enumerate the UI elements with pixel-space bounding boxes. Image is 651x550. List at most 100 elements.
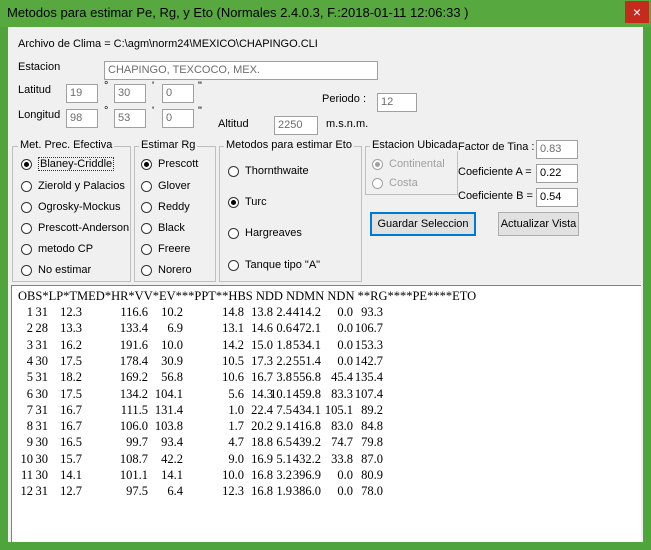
- pe-option-metodo-cp[interactable]: metodo CP: [21, 241, 93, 257]
- cell-ev: 116.6: [120, 305, 148, 319]
- pe-method-title: Met. Prec. Efectiva: [18, 139, 115, 151]
- guardar-seleccion-button[interactable]: Guardar Seleccion: [370, 212, 476, 236]
- longitud-deg-field[interactable]: 98: [66, 109, 98, 128]
- cell-rg: 556.8: [292, 370, 321, 385]
- cell-obs: 9: [26, 435, 33, 450]
- cell-obs: 12: [20, 484, 34, 499]
- cell-rg: 432.2: [292, 451, 321, 466]
- cell-ndmn: 16.9: [251, 451, 273, 466]
- eto-option-thornthwaite[interactable]: Thornthwaite: [228, 163, 309, 179]
- rg-option-glover[interactable]: Glover: [141, 178, 190, 194]
- cell-ndmn: 14.6: [251, 321, 273, 336]
- cell-ev: 101.1: [119, 468, 148, 482]
- cell-ndd: 1.0: [228, 402, 244, 417]
- cell-ndn: 7.5: [276, 402, 292, 417]
- cell-ev: 111.5: [120, 402, 148, 417]
- cell-eto: 80.9: [361, 468, 383, 482]
- rg-option-norero[interactable]: Norero: [141, 262, 192, 278]
- eto-option-tanque-a[interactable]: Tanque tipo "A": [228, 257, 320, 273]
- cell-ev: 133.4: [119, 321, 148, 336]
- cell-eto: 153.3: [354, 337, 383, 352]
- longitud-min-field[interactable]: 53: [114, 109, 146, 128]
- close-button[interactable]: ×: [625, 1, 649, 23]
- cell-eto: 93.3: [361, 305, 383, 319]
- longitud-sec-field[interactable]: 0: [162, 109, 194, 128]
- cell-rg: 439.2: [292, 435, 321, 450]
- cell-pe: 45.4: [331, 370, 353, 385]
- results-textbox[interactable]: OBS*LP*TMED*HR*VV*EV***PPT**HBS NDD NDMN…: [11, 285, 641, 542]
- altitud-field[interactable]: 2250: [274, 116, 318, 135]
- table-row: 8 31 16.7 106.0 103.8 1.7 20.2 9.1 416.8 83.0 84.8: [12, 419, 612, 435]
- eto-option-hargreaves[interactable]: Hargreaves: [228, 225, 302, 241]
- radio-selected-icon: [141, 158, 152, 170]
- cell-pe: 0.0: [337, 321, 353, 336]
- actualizar-vista-button[interactable]: Actualizar Vista: [498, 212, 579, 236]
- latitud-min-field[interactable]: 30: [114, 84, 146, 103]
- cell-tmed: 17.5: [60, 353, 82, 368]
- table-row: 11 30 14.1 101.1 14.1 10.0 16.8 3.2 396.9 0.0 80.9: [12, 468, 612, 484]
- radio-icon: [372, 177, 383, 189]
- pe-option-blaney-criddle[interactable]: Blaney-Criddle: [21, 156, 115, 172]
- cell-ppt: 103.8: [154, 419, 183, 434]
- cell-obs: 2: [26, 321, 33, 336]
- cell-tmed: 16.7: [60, 419, 82, 434]
- pe-option-ogrosky[interactable]: Ogrosky-Mockus: [21, 199, 121, 215]
- latitud-deg-field[interactable]: 19: [66, 84, 98, 103]
- cell-ndd: 14.8: [222, 305, 244, 319]
- pe-option-no-estimar[interactable]: No estimar: [21, 262, 91, 278]
- cell-rg: 414.2: [292, 305, 321, 319]
- pe-option-zierold[interactable]: Zierold y Palacios: [21, 178, 125, 194]
- eto-option-turc[interactable]: Turc: [228, 194, 267, 210]
- table-row: 6 30 17.5 134.2 104.1 5.6 14.3 10.1 459.8 83.3 107…: [12, 387, 612, 403]
- cell-lp: 31: [35, 402, 49, 417]
- cell-obs: 6: [26, 386, 33, 401]
- pe-option-prescott-anderson[interactable]: Prescott-Anderson: [21, 220, 129, 236]
- cell-lp: 30: [35, 451, 49, 466]
- cell-pe: 105.1: [324, 402, 353, 417]
- cell-pe: 0.0: [337, 305, 353, 319]
- radio-icon: [141, 201, 152, 213]
- cell-ppt: 6.4: [167, 484, 183, 499]
- latitud-sec-unit: ": [198, 80, 202, 92]
- table-row: 10 30 15.7 108.7 42.2 9.0 16.9 5.1 432.2 33.8 87.0: [12, 452, 612, 468]
- latitud-sec-field[interactable]: 0: [162, 84, 194, 103]
- cell-ppt: 131.4: [154, 402, 183, 417]
- ubicada-option-continental[interactable]: Continental: [372, 156, 445, 172]
- coef-b-field[interactable]: 0.54: [536, 188, 578, 207]
- latitud-label: Latitud: [18, 84, 52, 96]
- cell-ppt: 30.9: [161, 353, 183, 368]
- rg-option-black[interactable]: Black: [141, 220, 185, 236]
- cell-ndn: 5.1: [276, 451, 292, 466]
- cell-tmed: 15.7: [60, 451, 82, 466]
- cell-tmed: 17.5: [60, 386, 82, 401]
- cell-eto: 106.7: [354, 321, 383, 336]
- cell-lp: 30: [35, 353, 49, 368]
- radio-selected-icon: [372, 158, 383, 170]
- coef-a-field[interactable]: 0.22: [536, 164, 578, 183]
- rg-option-prescott[interactable]: Prescott: [141, 156, 198, 172]
- cell-ndn: 6.5: [276, 435, 292, 450]
- title-bar[interactable]: Metodos para estimar Pe, Rg, y Eto (Norm…: [0, 0, 651, 27]
- cell-pe: 33.8: [331, 451, 353, 466]
- results-header: OBS*LP*TMED*HR*VV*EV***PPT**HBS NDD NDMN…: [18, 289, 477, 303]
- eto-method-title: Metodos para estimar Eto: [224, 139, 354, 151]
- cell-obs: 5: [26, 370, 33, 385]
- cell-ndn: 1.9: [276, 484, 292, 499]
- cell-obs: 3: [26, 337, 33, 352]
- rg-option-reddy[interactable]: Reddy: [141, 199, 190, 215]
- cell-lp: 31: [35, 337, 49, 352]
- rg-method-title: Estimar Rg: [139, 139, 198, 151]
- eto-method-group: Metodos para estimar Eto Thornthwaite Tu…: [219, 139, 362, 282]
- radio-icon: [21, 180, 32, 192]
- latitud-deg-unit: °: [104, 80, 109, 92]
- cell-ndn: 3.2: [276, 468, 292, 482]
- rg-option-freere[interactable]: Freere: [141, 241, 190, 257]
- radio-icon: [21, 243, 32, 255]
- periodo-field[interactable]: 12: [377, 93, 417, 112]
- cell-obs: 11: [20, 468, 33, 482]
- ubicada-option-costa[interactable]: Costa: [372, 175, 418, 191]
- altitud-unit: m.s.n.m.: [326, 118, 369, 130]
- factor-tina-field[interactable]: 0.83: [536, 140, 578, 159]
- estacion-field[interactable]: CHAPINGO, TEXCOCO, MEX.: [104, 61, 378, 80]
- cell-ndd: 4.7: [228, 435, 244, 450]
